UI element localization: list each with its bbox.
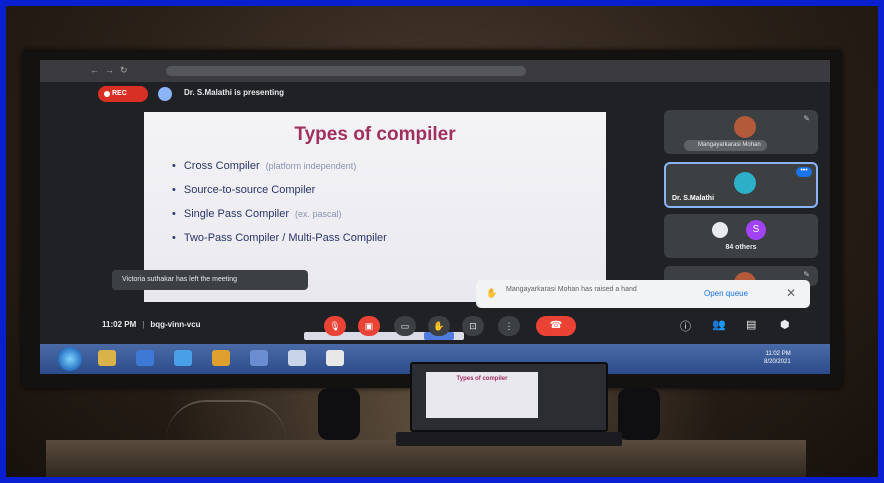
people-icon[interactable]: 👥 xyxy=(712,318,726,331)
chat-icon[interactable]: ▤ xyxy=(746,318,756,331)
tv-screen: ←→↻ REC Dr. S.Malathi is presenting Type… xyxy=(40,60,830,374)
hang-up-button[interactable]: ☎ xyxy=(536,316,576,336)
app-icon[interactable] xyxy=(288,350,306,366)
meet-top-bar: REC Dr. S.Malathi is presenting xyxy=(40,82,830,106)
left-meeting-toast: Victoria suthakar has left the meeting xyxy=(112,270,308,290)
captions-icon[interactable]: ▭ xyxy=(394,316,416,336)
left-speaker xyxy=(318,388,360,440)
list-item: • Two-Pass Compiler / Multi-Pass Compiler xyxy=(172,232,387,244)
pin-icon[interactable]: ✎ xyxy=(803,270,810,279)
pin-icon[interactable]: ✎ xyxy=(803,114,810,123)
media-icon[interactable] xyxy=(136,350,154,366)
open-queue-button[interactable]: Open queue xyxy=(704,289,748,298)
present-icon[interactable]: ⊡ xyxy=(462,316,484,336)
close-icon[interactable]: ✕ xyxy=(786,286,796,300)
clock-date: 8/20/2021 xyxy=(764,359,791,365)
app-icon[interactable] xyxy=(250,350,268,366)
chrome-icon[interactable] xyxy=(212,350,230,366)
list-item: • Single Pass Compiler (ex. pascal) xyxy=(172,208,342,220)
others-count: 84 others xyxy=(725,244,757,251)
camera-off-icon[interactable]: ▣ xyxy=(358,316,380,336)
browser-nav-icons[interactable]: ←→↻ xyxy=(90,65,134,76)
raised-hand-message: Mangayarkarasi Mohan has raised a hand xyxy=(506,286,637,293)
clock-time: 11:02 PM xyxy=(765,351,791,357)
avatar-initial: S xyxy=(746,220,766,240)
presenter-avatar xyxy=(158,87,172,101)
rec-badge: REC xyxy=(98,86,148,102)
laptop-slide-title: Types of compiler xyxy=(456,376,508,382)
right-speaker xyxy=(618,388,660,440)
rec-label: REC xyxy=(112,90,127,97)
list-item: • Source-to-source Compiler xyxy=(172,184,316,196)
ie-icon[interactable] xyxy=(174,350,192,366)
cables xyxy=(166,400,286,440)
list-item: • Cross Compiler (platform independent) xyxy=(172,160,357,172)
more-options-icon[interactable]: ••• xyxy=(796,167,812,177)
activities-icon[interactable]: ⬢ xyxy=(780,318,790,331)
meet-toolbar: 11:02 PM | bqg-vinn-vcu 🎙 ▣ ▭ ✋ ⊡ ⋮ ☎ ⓘ 👥 … xyxy=(40,312,830,342)
laptop-base xyxy=(396,432,622,446)
participant-tile[interactable]: ✎ Mangayarkarasi Mohan xyxy=(664,110,818,154)
others-avatars: S xyxy=(712,220,766,240)
participant-name: Dr. S.Malathi xyxy=(672,195,715,202)
info-icon[interactable]: ⓘ xyxy=(680,318,691,334)
explorer-icon[interactable] xyxy=(98,350,116,366)
hand-icon: ✋ xyxy=(486,288,498,298)
laptop-slide-thumbnail: Types of compiler xyxy=(426,372,538,418)
taskbar-clock[interactable]: 11:02 PM 8/20/2021 xyxy=(764,350,791,366)
chrome-active-icon[interactable] xyxy=(326,350,344,366)
laptop-screen: Types of compiler xyxy=(410,362,608,432)
meeting-meta: 11:02 PM | bqg-vinn-vcu xyxy=(102,320,201,329)
avatar xyxy=(734,172,756,194)
presenting-text: Dr. S.Malathi is presenting xyxy=(184,88,285,97)
slide-bullet-list: • Cross Compiler (platform independent) • S… xyxy=(172,160,387,256)
browser-bar: ←→↻ xyxy=(40,60,830,82)
record-dot-icon xyxy=(104,91,110,97)
more-options-icon[interactable]: ⋮ xyxy=(498,316,520,336)
mic-off-icon[interactable]: 🎙 xyxy=(324,316,346,336)
meeting-code: bqg-vinn-vcu xyxy=(150,320,201,329)
start-button-icon[interactable] xyxy=(58,347,82,371)
avatar xyxy=(712,222,728,238)
meta-separator: | xyxy=(142,320,145,329)
participant-name: Mangayarkarasi Mohan xyxy=(684,140,767,151)
others-tile[interactable]: S 84 others xyxy=(664,214,818,258)
participant-tile-active[interactable]: ••• Dr. S.Malathi xyxy=(664,162,818,208)
raise-hand-icon[interactable]: ✋ xyxy=(428,316,450,336)
meeting-time: 11:02 PM xyxy=(102,320,137,329)
raised-hand-toast: ✋ Mangayarkarasi Mohan has raised a hand… xyxy=(476,280,810,308)
address-bar[interactable] xyxy=(166,66,526,76)
photo: ←→↻ REC Dr. S.Malathi is presenting Type… xyxy=(6,6,878,477)
avatar xyxy=(734,116,756,138)
slide-title: Types of compiler xyxy=(294,124,456,145)
